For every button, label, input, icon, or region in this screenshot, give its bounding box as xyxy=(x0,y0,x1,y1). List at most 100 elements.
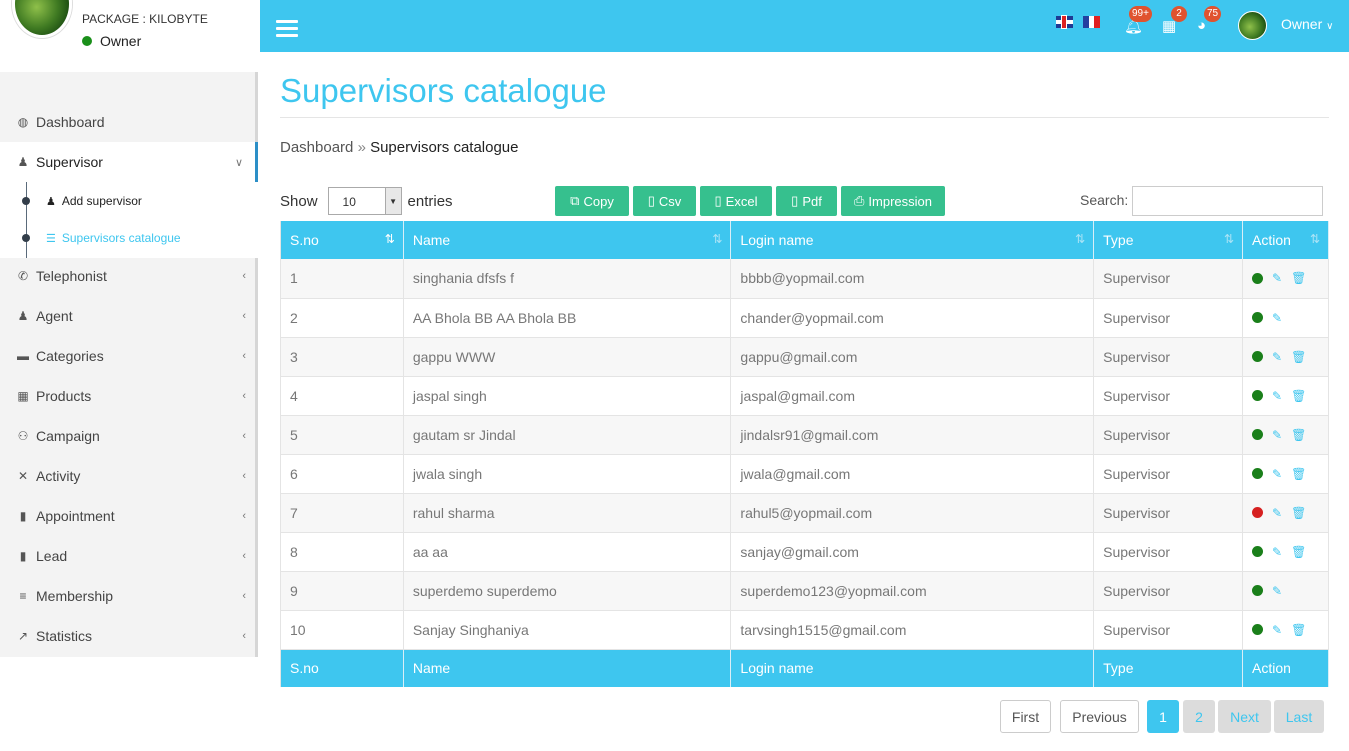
trash-icon[interactable]: 🗑︎ xyxy=(1291,506,1306,520)
sidebar-item-activity[interactable]: ✕ Activity ‹ xyxy=(0,456,258,496)
sidebar-item-dashboard[interactable]: ◍ Dashboard xyxy=(0,102,258,142)
status-toggle-icon[interactable] xyxy=(1252,272,1263,284)
cell-type: Supervisor xyxy=(1093,493,1243,533)
edit-icon[interactable]: ✎ xyxy=(1272,584,1282,598)
sidebar-item-label: Telephonist xyxy=(36,268,107,284)
sidebar-item-telephonist[interactable]: ✆ Telephonist ‹ xyxy=(0,256,258,296)
status-toggle-icon[interactable] xyxy=(1252,429,1263,440)
edit-icon[interactable]: ✎ xyxy=(1272,271,1282,285)
excel-button[interactable]: ▯ Excel xyxy=(700,186,772,216)
col-header-name[interactable]: Name ⇅ xyxy=(403,221,732,259)
submenu-label: Add supervisor xyxy=(61,194,142,208)
sidebar-item-campaign[interactable]: ⚇ Campaign ‹ xyxy=(0,416,258,456)
sidebar-item-statistics[interactable]: ↗ Statistics ‹ xyxy=(0,616,258,656)
hamburger-menu-icon[interactable] xyxy=(276,20,298,38)
user-menu[interactable]: Owner ∨ xyxy=(1281,16,1333,32)
status-toggle-icon[interactable] xyxy=(1252,468,1263,479)
trash-icon[interactable]: 🗑︎ xyxy=(1291,350,1306,364)
cell-type: Supervisor xyxy=(1093,415,1243,455)
cell-type: Supervisor xyxy=(1093,298,1243,338)
chevron-down-icon: ∨ xyxy=(234,156,243,169)
sidebar-item-label: Campaign xyxy=(36,428,100,444)
col-footer-type: Type xyxy=(1093,649,1243,687)
user-avatar[interactable] xyxy=(1238,11,1267,40)
chevron-left-icon: ‹ xyxy=(242,470,246,482)
uk-flag-icon[interactable] xyxy=(1056,16,1073,28)
col-header-type[interactable]: Type ⇅ xyxy=(1093,221,1243,259)
cell-login: gappu@gmail.com xyxy=(730,337,1095,377)
trash-icon[interactable]: 🗑︎ xyxy=(1291,428,1306,442)
trash-icon[interactable]: 🗑︎ xyxy=(1291,467,1306,481)
chart-line-icon: ↗ xyxy=(17,629,29,643)
table-row: 3 gappu WWW gappu@gmail.com Supervisor ✎ 🗑︎ xyxy=(280,337,1329,377)
status-toggle-icon[interactable] xyxy=(1252,312,1263,323)
status-toggle-icon[interactable] xyxy=(1252,624,1263,635)
sidebar-item-appointment[interactable]: ▮ Appointment ‹ xyxy=(0,496,258,536)
edit-icon[interactable]: ✎ xyxy=(1272,545,1282,559)
divider xyxy=(280,117,1329,118)
user-icon: ♟ xyxy=(17,309,29,323)
edit-icon[interactable]: ✎ xyxy=(1272,506,1282,520)
previous-page-button[interactable]: Previous xyxy=(1060,700,1139,733)
edit-icon[interactable]: ✎ xyxy=(1272,311,1282,325)
page-1-button[interactable]: 1 xyxy=(1147,700,1179,733)
last-page-button[interactable]: Last xyxy=(1274,700,1324,733)
trash-icon[interactable]: 🗑︎ xyxy=(1291,545,1306,559)
sidebar-item-agent[interactable]: ♟ Agent ‹ xyxy=(0,296,258,336)
cell-type: Supervisor xyxy=(1093,376,1243,416)
edit-icon[interactable]: ✎ xyxy=(1272,467,1282,481)
status-toggle-icon[interactable] xyxy=(1252,390,1263,401)
sidebar-item-label: Activity xyxy=(36,468,81,484)
col-header-sno[interactable]: S.no ⇅ xyxy=(280,221,404,259)
cell-type: Supervisor xyxy=(1093,532,1243,572)
page-title: Supervisors catalogue xyxy=(280,72,607,109)
sidebar-item-products[interactable]: ▦ Products ‹ xyxy=(0,376,258,416)
entries-select[interactable]: 10 ▼ xyxy=(327,187,402,215)
submenu-add-supervisor[interactable]: ♟ Add supervisor xyxy=(22,183,142,219)
col-footer-name: Name xyxy=(403,649,732,687)
sidebar-item-lead[interactable]: ▮ Lead ‹ xyxy=(0,536,258,576)
status-toggle-icon[interactable] xyxy=(1252,351,1263,362)
breadcrumb-home-link[interactable]: Dashboard xyxy=(280,139,353,156)
cell-name: gautam sr Jindal xyxy=(403,415,732,455)
book-icon: ▮ xyxy=(19,549,27,563)
print-button[interactable]: ⎙ Impression xyxy=(841,186,945,216)
user-plus-icon: ♟ xyxy=(46,195,56,208)
trash-icon[interactable]: 🗑︎ xyxy=(1291,271,1306,285)
edit-icon[interactable]: ✎ xyxy=(1272,350,1282,364)
csv-label: Csv xyxy=(658,193,682,209)
avatar[interactable] xyxy=(12,0,72,38)
tree-bullet-icon xyxy=(22,197,30,205)
search-input[interactable] xyxy=(1132,186,1323,216)
pdf-button[interactable]: ▯ Pdf xyxy=(776,186,837,216)
col-header-action[interactable]: Action ⇅ xyxy=(1242,221,1329,259)
sidebar-item-categories[interactable]: ▬ Categories ‹ xyxy=(0,336,258,376)
cell-type: Supervisor xyxy=(1093,337,1243,377)
status-toggle-icon[interactable] xyxy=(1252,507,1263,518)
page-2-button[interactable]: 2 xyxy=(1183,700,1215,733)
edit-icon[interactable]: ✎ xyxy=(1272,428,1282,442)
next-page-button[interactable]: Next xyxy=(1218,700,1271,733)
col-header-login[interactable]: Login name ⇅ xyxy=(730,221,1095,259)
csv-button[interactable]: ▯ Csv xyxy=(633,186,696,216)
copy-button[interactable]: ⧉ Copy xyxy=(555,186,629,216)
status-toggle-icon[interactable] xyxy=(1252,585,1263,596)
cell-login: jwala@gmail.com xyxy=(730,454,1095,494)
status-toggle-icon[interactable] xyxy=(1252,546,1263,557)
folder-icon: ▬ xyxy=(17,349,29,363)
file-excel-icon: ▯ xyxy=(714,193,722,208)
cell-actions: ✎ xyxy=(1242,571,1329,611)
trash-icon[interactable]: 🗑︎ xyxy=(1291,623,1306,637)
cell-login: bbbb@yopmail.com xyxy=(730,259,1095,299)
sidebar-item-membership[interactable]: ≡ Membership ‹ xyxy=(0,576,258,616)
submenu-supervisors-catalogue[interactable]: ☰ Supervisors catalogue xyxy=(22,220,181,256)
sidebar-item-supervisor[interactable]: ♟ Supervisor ∨ xyxy=(0,142,258,182)
globe-icon[interactable]: ◕ xyxy=(1197,17,1206,34)
col-footer-login: Login name xyxy=(730,649,1095,687)
first-page-button[interactable]: First xyxy=(1000,700,1051,733)
france-flag-icon[interactable] xyxy=(1083,16,1101,28)
table-footer-row: S.no Name Login name Type Action xyxy=(280,649,1329,687)
edit-icon[interactable]: ✎ xyxy=(1272,623,1282,637)
trash-icon[interactable]: 🗑︎ xyxy=(1291,389,1306,403)
edit-icon[interactable]: ✎ xyxy=(1272,389,1282,403)
